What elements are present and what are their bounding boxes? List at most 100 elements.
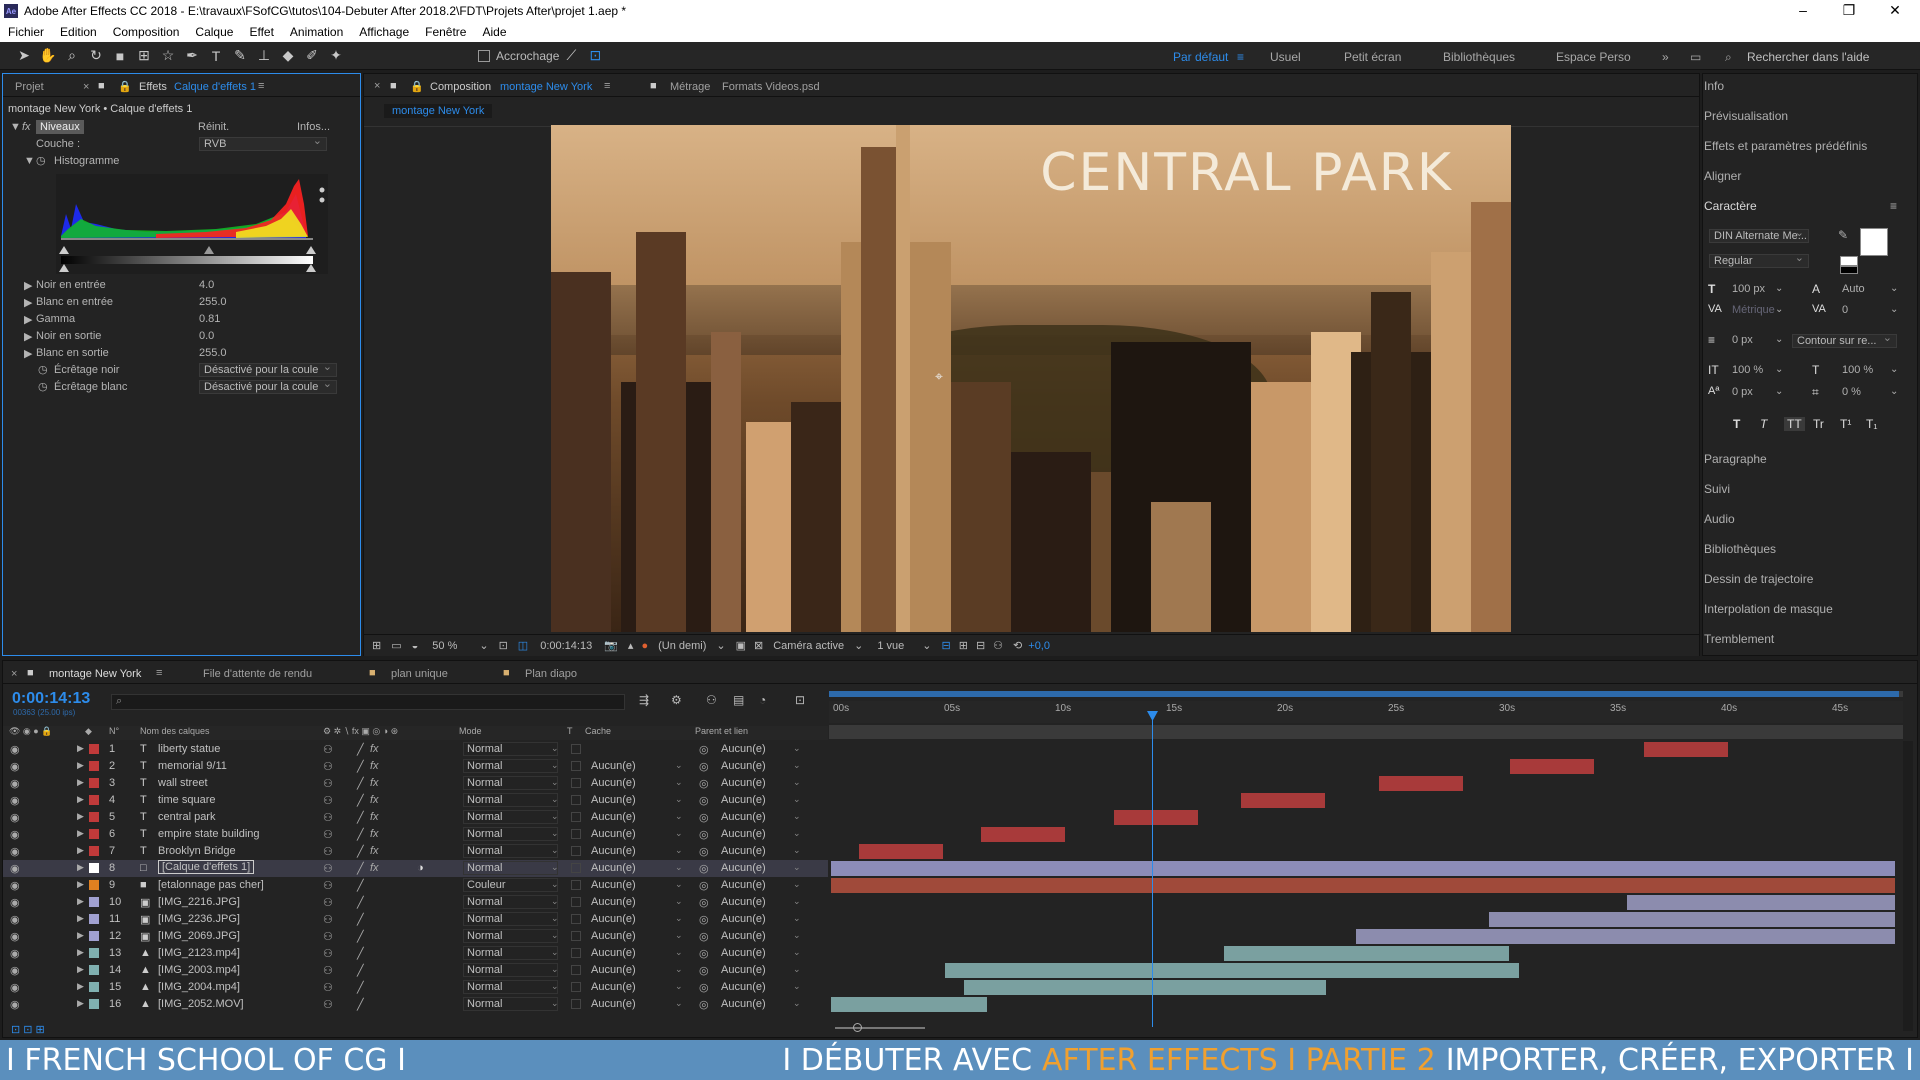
preserve-transparency-checkbox[interactable] [571, 948, 581, 958]
layer-expand-icon[interactable]: ▶ [77, 913, 84, 924]
panel-menu-icon[interactable]: ≡ [156, 667, 162, 679]
layer-shy-icon[interactable]: ⚇ [323, 760, 333, 773]
zoom-caret-icon[interactable]: ⌄ [479, 639, 488, 652]
layer-expand-icon[interactable]: ▶ [77, 811, 84, 822]
cache-caret-icon[interactable]: ⌄ [675, 896, 683, 907]
resolution-dropdown[interactable]: (Un demi) [658, 640, 706, 652]
menu-fenetre[interactable]: Fenêtre [417, 25, 474, 39]
pen-tool-icon[interactable]: ✒ [180, 45, 204, 67]
visibility-eye-icon[interactable]: ◉ [10, 743, 20, 756]
leading-value[interactable]: Auto [1842, 283, 1865, 295]
preserve-transparency-checkbox[interactable] [571, 812, 581, 822]
font-style-dropdown[interactable]: Regular [1709, 252, 1809, 268]
workspace-default[interactable]: Par défaut [1173, 50, 1228, 64]
layer-row[interactable]: ◉ ▶ 1 Tliberty statue ⚇ ╱ fx Normal ⌄ ◎ Aucun(e) ⌄ [3, 741, 828, 758]
tracking-caret-icon[interactable]: ⌄ [1890, 304, 1898, 315]
layer-expand-icon[interactable]: ▶ [77, 777, 84, 788]
menu-effet[interactable]: Effet [241, 25, 281, 39]
mode-caret-icon[interactable]: ⌄ [551, 981, 559, 992]
layer-quality-icon[interactable]: ╱ [357, 930, 364, 943]
histogram-expand-icon[interactable]: ▼ [24, 155, 35, 167]
parent-caret-icon[interactable]: ⌄ [793, 760, 801, 771]
layer-fx-icon[interactable]: fx [370, 777, 379, 789]
layer-fx-icon[interactable]: fx [370, 845, 379, 857]
layer-row[interactable]: ◉ ▶ 5 Tcentral park ⚇ ╱ fx Normal ⌄ Aucun(e) ⌄ ◎ Auc… [3, 809, 828, 826]
prop-expand-icon[interactable]: ▶ [24, 347, 32, 360]
roto-brush-tool-icon[interactable]: ✐ [300, 45, 324, 67]
preserve-transparency-checkbox[interactable] [571, 829, 581, 839]
snapshot-icon[interactable]: 📷 [604, 639, 618, 652]
visibility-eye-icon[interactable]: ◉ [10, 947, 20, 960]
vertical-scale-value[interactable]: 100 % [1732, 364, 1763, 376]
hscale-caret-icon[interactable]: ⌄ [1890, 364, 1898, 375]
cache-caret-icon[interactable]: ⌄ [675, 862, 683, 873]
preserve-transparency-checkbox[interactable] [571, 982, 581, 992]
prop-expand-icon[interactable]: ▶ [24, 330, 32, 343]
layer-mode-dropdown[interactable]: Couleur [463, 878, 558, 892]
workspace-petit-ecran[interactable]: Petit écran [1344, 50, 1401, 64]
cache-caret-icon[interactable]: ⌄ [675, 828, 683, 839]
preserve-transparency-checkbox[interactable] [571, 914, 581, 924]
layer-quality-icon[interactable]: ╱ [357, 845, 364, 858]
cache-caret-icon[interactable]: ⌄ [675, 760, 683, 771]
frame-blend-icon[interactable]: ▤ [733, 693, 744, 707]
baseline-caret-icon[interactable]: ⌄ [1775, 386, 1783, 397]
stroke-width-caret-icon[interactable]: ⌄ [1775, 334, 1783, 345]
parent-pickwhip-icon[interactable]: ◎ [699, 828, 709, 841]
puppet-tool-icon[interactable]: ✦ [324, 45, 348, 67]
layer-row[interactable]: ◉ ▶ 10 ▣ [IMG_2216.JPG] ⚇ ╱ Normal ⌄ Aucun(e) ⌄ ◎ Au… [3, 894, 828, 911]
stroke-width-value[interactable]: 0 px [1732, 334, 1753, 346]
sync-settings-icon[interactable]: ▭ [1690, 50, 1701, 64]
prop-expand-icon[interactable]: ▶ [24, 279, 32, 292]
work-area-range[interactable] [829, 725, 1903, 739]
mode-caret-icon[interactable]: ⌄ [551, 947, 559, 958]
parent-caret-icon[interactable]: ⌄ [793, 981, 801, 992]
vscale-caret-icon[interactable]: ⌄ [1775, 364, 1783, 375]
panel-tracker[interactable]: Suivi [1704, 482, 1730, 496]
tsume-caret-icon[interactable]: ⌄ [1890, 386, 1898, 397]
layer-quality-icon[interactable]: ╱ [357, 743, 364, 756]
layer-shy-icon[interactable]: ⚇ [323, 930, 333, 943]
pan-behind-tool-icon[interactable]: ⊞ [132, 45, 156, 67]
preserve-transparency-checkbox[interactable] [571, 846, 581, 856]
visibility-eye-icon[interactable]: ◉ [10, 845, 20, 858]
layer-expand-icon[interactable]: ▶ [77, 981, 84, 992]
tsume-value[interactable]: 0 % [1842, 386, 1861, 398]
layer-cache-dropdown[interactable]: Aucun(e) [591, 879, 683, 891]
mode-caret-icon[interactable]: ⌄ [551, 896, 559, 907]
layer-shy-icon[interactable]: ⚇ [323, 777, 333, 790]
layer-cache-dropdown[interactable]: Aucun(e) [591, 981, 683, 993]
preserve-transparency-checkbox[interactable] [571, 795, 581, 805]
parent-caret-icon[interactable]: ⌄ [793, 845, 801, 856]
parent-caret-icon[interactable]: ⌄ [793, 913, 801, 924]
parent-pickwhip-icon[interactable]: ◎ [699, 896, 709, 909]
layer-expand-icon[interactable]: ▶ [77, 896, 84, 907]
mode-caret-icon[interactable]: ⌄ [551, 777, 559, 788]
tab-project[interactable]: Projet [15, 81, 44, 93]
panel-menu-icon[interactable]: ≡ [258, 80, 264, 92]
menu-fichier[interactable]: Fichier [0, 25, 52, 39]
col-number[interactable]: N° [109, 726, 119, 736]
layer-name[interactable]: Brooklyn Bridge [158, 845, 236, 857]
layer-parent-dropdown[interactable]: Aucun(e) [721, 811, 766, 823]
prop-gamma-value[interactable]: 0.81 [199, 313, 220, 325]
stopwatch-icon[interactable]: ◷ [38, 363, 48, 376]
comp-flowchart-icon[interactable]: ⇶ [639, 693, 649, 707]
parent-caret-icon[interactable]: ⌄ [793, 896, 801, 907]
layer-mode-dropdown[interactable]: Normal [463, 810, 558, 824]
parent-caret-icon[interactable]: ⌄ [793, 964, 801, 975]
font-size-caret-icon[interactable]: ⌄ [1775, 283, 1783, 294]
layer-name[interactable]: [etalonnage pas cher] [158, 879, 264, 891]
layer-parent-dropdown[interactable]: Aucun(e) [721, 947, 766, 959]
fill-color-swatch[interactable] [1860, 228, 1888, 256]
layer-mode-dropdown[interactable]: Normal [463, 776, 558, 790]
layer-shy-icon[interactable]: ⚇ [323, 913, 333, 926]
layer-mode-dropdown[interactable]: Normal [463, 946, 558, 960]
mode-caret-icon[interactable]: ⌄ [551, 964, 559, 975]
layer-label-color[interactable] [89, 931, 99, 941]
layer-cache-dropdown[interactable]: Aucun(e) [591, 913, 683, 925]
layer-cache-dropdown[interactable]: Aucun(e) [591, 760, 683, 772]
layer-label-color[interactable] [89, 914, 99, 924]
mode-caret-icon[interactable]: ⌄ [551, 862, 559, 873]
clone-stamp-tool-icon[interactable]: ⊥ [252, 45, 276, 67]
